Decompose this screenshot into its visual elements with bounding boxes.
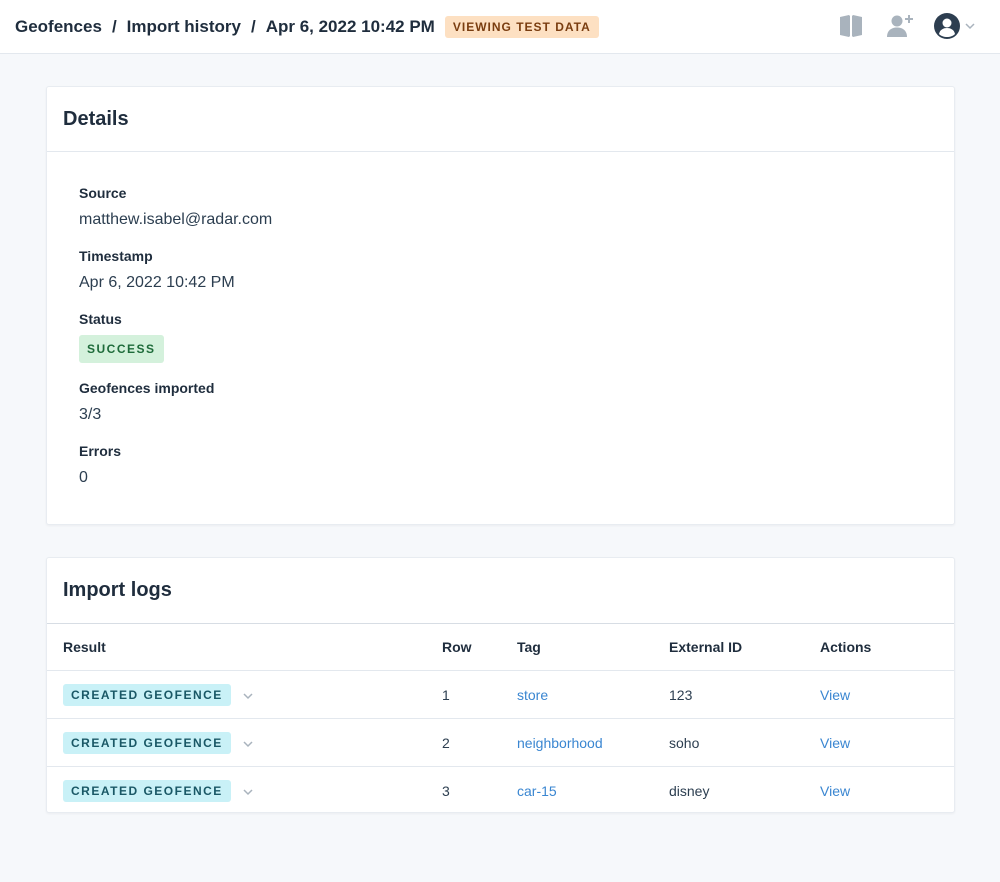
chevron-down-icon[interactable]: [242, 737, 254, 749]
breadcrumb-import-history[interactable]: Import history: [127, 17, 241, 37]
breadcrumb-geofences[interactable]: Geofences: [15, 17, 102, 37]
chevron-down-icon[interactable]: [242, 785, 254, 797]
errors-field: Errors 0: [79, 443, 922, 489]
source-field: Source matthew.isabel@radar.com: [79, 185, 922, 231]
result-cell: CREATED GEOFENCE: [47, 767, 442, 815]
tag-link[interactable]: store: [517, 687, 548, 703]
imported-field: Geofences imported 3/3: [79, 380, 922, 426]
status-field: Status SUCCESS: [79, 311, 922, 363]
column-header-row[interactable]: Row: [442, 623, 517, 671]
breadcrumb: Geofences / Import history / Apr 6, 2022…: [15, 17, 435, 37]
imported-label: Geofences imported: [79, 380, 215, 396]
external-id: soho: [669, 718, 820, 767]
account-menu[interactable]: [933, 12, 976, 40]
result-badge: CREATED GEOFENCE: [63, 683, 231, 706]
column-header-external-id[interactable]: External ID: [669, 623, 820, 671]
result-cell: CREATED GEOFENCE: [47, 670, 442, 719]
row-number: 2: [442, 718, 517, 767]
result-cell: CREATED GEOFENCE: [47, 718, 442, 767]
breadcrumb-separator: /: [250, 16, 256, 36]
status-label: Status: [79, 311, 122, 327]
table-row: CREATED GEOFENCE 3 car-15 disney View: [47, 767, 954, 815]
tag-link[interactable]: neighborhood: [517, 735, 603, 751]
column-header-actions: Actions: [820, 623, 954, 671]
external-id: disney: [669, 782, 710, 799]
test-data-badge: VIEWING TEST DATA: [444, 15, 599, 38]
timestamp-value: Apr 6, 2022 10:42 PM: [79, 274, 235, 291]
breadcrumb-separator: /: [111, 16, 117, 36]
top-bar: Geofences / Import history / Apr 6, 2022…: [0, 0, 1000, 54]
timestamp-field: Timestamp Apr 6, 2022 10:42 PM: [79, 248, 922, 294]
chevron-down-icon[interactable]: [242, 689, 254, 701]
add-user-icon[interactable]: [885, 12, 915, 40]
tag-link[interactable]: car-15: [517, 783, 557, 799]
import-logs-card: Import logs Result Row Tag External ID A…: [46, 557, 955, 813]
status-badge: SUCCESS: [79, 335, 164, 363]
view-link[interactable]: View: [820, 687, 850, 703]
external-id: 123: [669, 670, 820, 719]
import-logs-title: Import logs: [63, 579, 172, 601]
view-link[interactable]: View: [820, 783, 850, 799]
table-header-row: Result Row Tag External ID Actions: [47, 623, 954, 671]
header-actions: [837, 12, 976, 40]
errors-value: 0: [79, 469, 88, 486]
timestamp-label: Timestamp: [79, 248, 153, 264]
details-body: Source matthew.isabel@radar.com Timestam…: [47, 152, 954, 489]
table-row: CREATED GEOFENCE 1 store 123 View: [47, 670, 954, 719]
row-number: 3: [442, 782, 450, 799]
imported-value: 3/3: [79, 406, 102, 423]
row-number: 1: [442, 670, 517, 719]
view-link[interactable]: View: [820, 735, 850, 751]
chevron-down-icon: [964, 20, 976, 32]
result-badge: CREATED GEOFENCE: [63, 779, 231, 802]
table-row: CREATED GEOFENCE 2 neighborhood soho Vie…: [47, 718, 954, 767]
book-icon[interactable]: [837, 12, 865, 40]
details-title: Details: [47, 87, 954, 152]
source-label: Source: [79, 185, 127, 201]
source-value: matthew.isabel@radar.com: [79, 211, 273, 228]
details-card: Details Source matthew.isabel@radar.com …: [46, 86, 955, 525]
breadcrumb-current: Apr 6, 2022 10:42 PM: [265, 16, 435, 36]
column-header-result[interactable]: Result: [47, 623, 442, 671]
result-badge: CREATED GEOFENCE: [63, 731, 231, 754]
import-logs-table: Result Row Tag External ID Actions CREAT…: [47, 623, 954, 815]
column-header-tag[interactable]: Tag: [517, 623, 669, 671]
account-icon: [933, 12, 961, 40]
errors-label: Errors: [79, 443, 122, 459]
